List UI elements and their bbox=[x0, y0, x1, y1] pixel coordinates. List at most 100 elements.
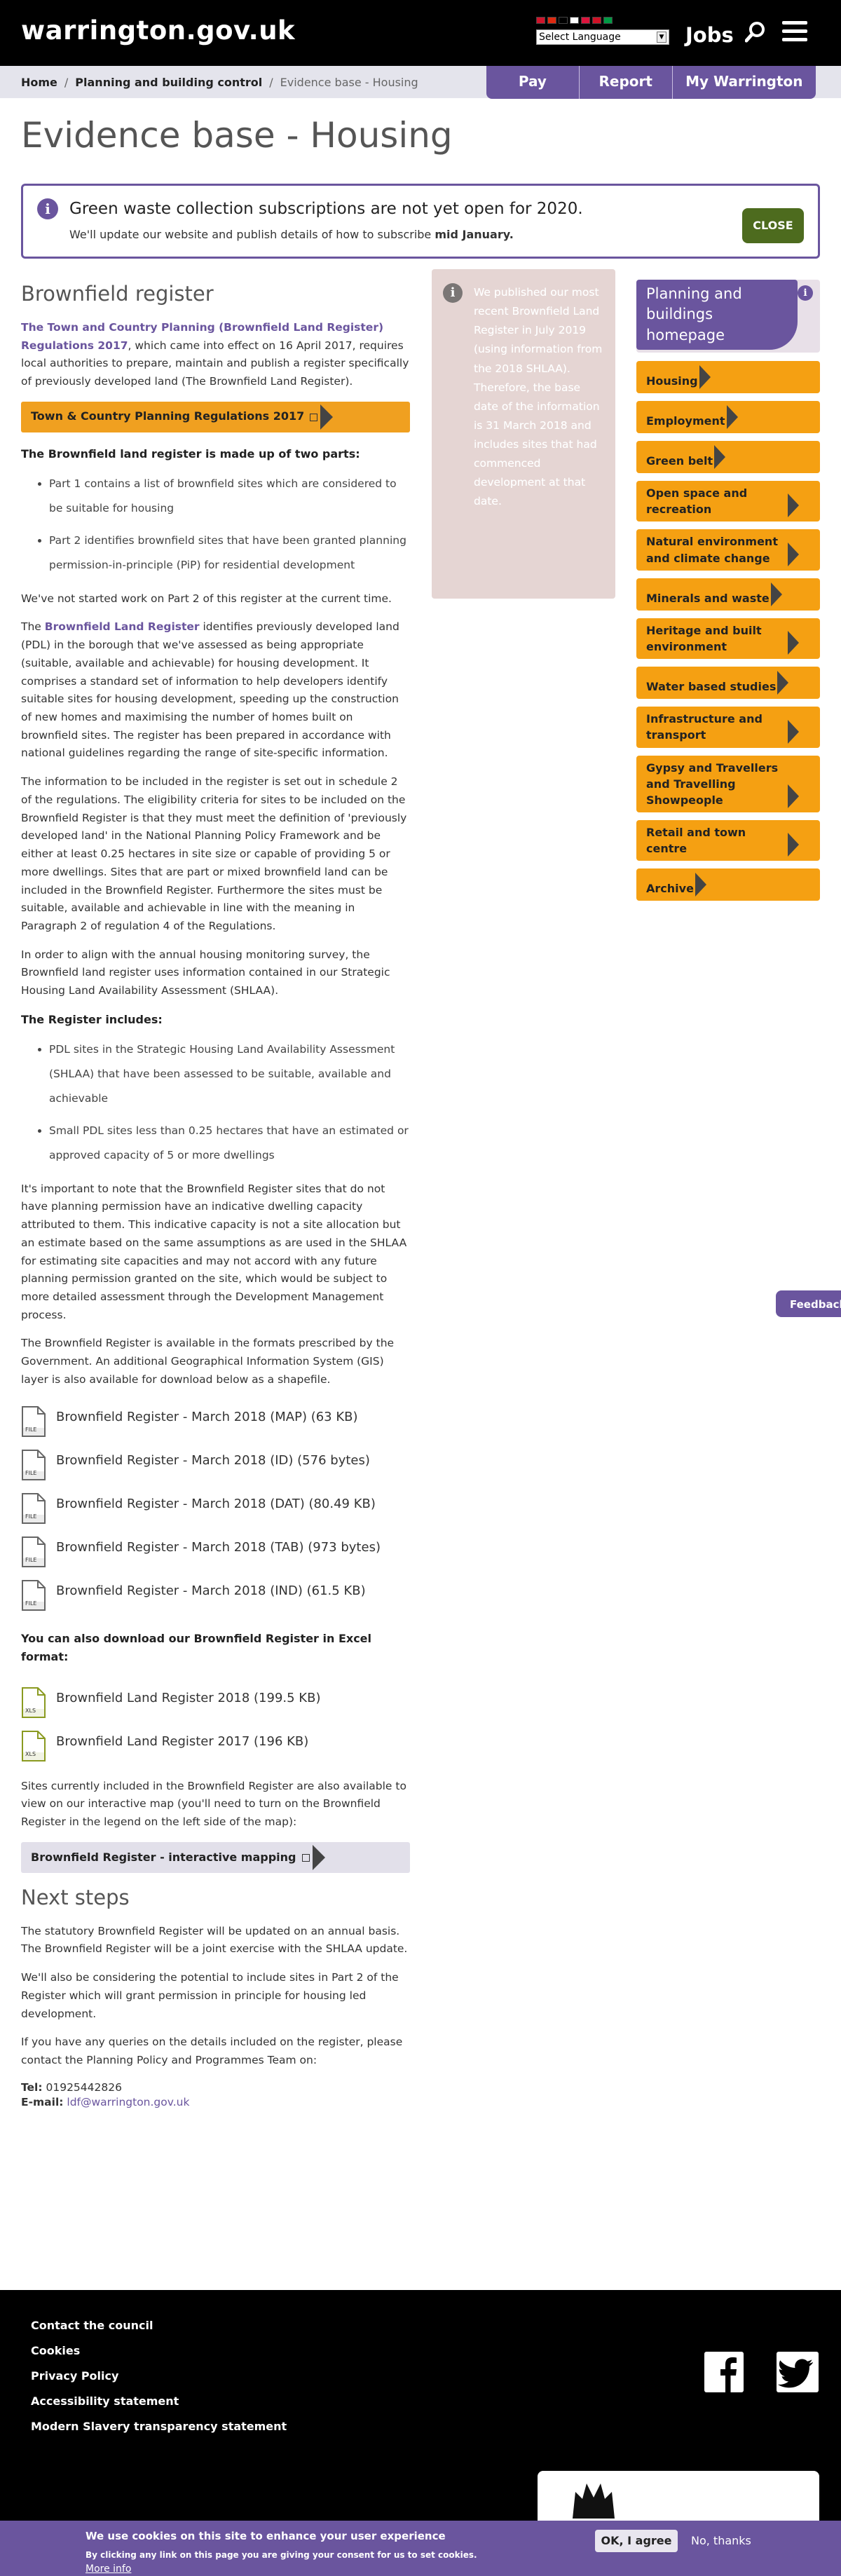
file-icon: FILE bbox=[21, 1449, 46, 1481]
language-flag-icon[interactable] bbox=[536, 17, 545, 24]
tel-label: Tel: bbox=[21, 2080, 43, 2094]
arrow-right-icon bbox=[788, 719, 799, 744]
pay-button[interactable]: Pay bbox=[486, 66, 580, 99]
twitter-icon[interactable] bbox=[777, 2352, 819, 2392]
external-link-icon bbox=[310, 414, 318, 422]
close-button[interactable]: CLOSE bbox=[742, 208, 804, 243]
xls-file-icon: XLS bbox=[21, 1686, 46, 1719]
file-download-link[interactable]: FILE Brownfield Register - March 2018 (ID… bbox=[21, 1443, 410, 1487]
file-type-label: FILE bbox=[25, 1469, 37, 1476]
sidebar-item[interactable]: Archive bbox=[636, 868, 820, 901]
identifies-text: identifies previously developed land (PD… bbox=[21, 620, 399, 760]
info-note: i We published our most recent Brownfiel… bbox=[432, 269, 615, 599]
feedback-tab[interactable]: Feedback bbox=[776, 1290, 841, 1317]
map-paragraph: Sites currently included in the Brownfie… bbox=[21, 1779, 406, 1829]
jobs-link[interactable]: Jobs bbox=[685, 19, 734, 53]
report-button[interactable]: Report bbox=[580, 66, 673, 99]
breadcrumb-planning[interactable]: Planning and building control bbox=[75, 76, 262, 89]
arrow-right-icon bbox=[726, 405, 738, 429]
sidebar-item[interactable]: Infrastructure and transport bbox=[636, 707, 820, 748]
sidebar-item[interactable]: Green belt bbox=[636, 441, 820, 473]
file-icon: FILE bbox=[21, 1492, 46, 1525]
sidebar-item-label: Housing bbox=[646, 374, 698, 388]
search-icon[interactable] bbox=[744, 21, 766, 43]
alert-title: Green waste collection subscriptions are… bbox=[69, 200, 583, 218]
sidebar-item[interactable]: Natural environment and climate change bbox=[636, 529, 820, 571]
language-flag-icon[interactable] bbox=[559, 17, 568, 24]
interactive-map-label: Brownfield Register - interactive mappin… bbox=[31, 1850, 296, 1864]
language-flag-icon[interactable] bbox=[570, 17, 579, 24]
formats-paragraph: The Brownfield Register is available in … bbox=[21, 1337, 395, 1386]
regulations-button[interactable]: Town & Country Planning Regulations 2017 bbox=[21, 401, 410, 432]
schedule-paragraph: The information to be included in the re… bbox=[21, 775, 407, 932]
language-selector[interactable]: Select Language ▼ bbox=[536, 17, 669, 45]
sidebar-item[interactable]: Housing bbox=[636, 361, 820, 393]
email-link[interactable]: ldf@warrington.gov.uk bbox=[67, 2096, 189, 2108]
language-select[interactable]: Select Language ▼ bbox=[536, 29, 669, 45]
file-type-label: XLS bbox=[25, 1750, 36, 1757]
arrow-right-icon bbox=[788, 784, 799, 809]
sidebar-item[interactable]: Retail and town centre bbox=[636, 820, 820, 861]
breadcrumb-current: Evidence base - Housing bbox=[280, 76, 418, 89]
file-type-label: XLS bbox=[25, 1707, 36, 1714]
file-download-link[interactable]: FILE Brownfield Register - March 2018 (MA… bbox=[21, 1400, 410, 1443]
identifies-pre: The bbox=[21, 620, 45, 634]
language-flag-icon[interactable] bbox=[603, 17, 613, 24]
language-flag-icon[interactable] bbox=[547, 17, 556, 24]
menu-icon[interactable] bbox=[782, 21, 807, 42]
alert-body: We'll update our website and publish det… bbox=[69, 226, 514, 244]
sidebar-item-label: Retail and town centre bbox=[646, 826, 746, 856]
sidebar-item[interactable]: Gypsy and Travellers and Travelling Show… bbox=[636, 755, 820, 813]
two-parts-heading: The Brownfield land register is made up … bbox=[21, 447, 360, 461]
crest-icon bbox=[573, 2483, 615, 2519]
site-logo[interactable]: warrington.gov.uk bbox=[21, 15, 295, 46]
cookie-more-info-link[interactable]: More info bbox=[86, 2561, 131, 2576]
footer-link[interactable]: Modern Slavery transparency statement bbox=[31, 2414, 287, 2439]
brownfield-register-link[interactable]: Brownfield Land Register bbox=[45, 620, 200, 633]
sidebar-item[interactable]: Heritage and built environment bbox=[636, 618, 820, 660]
footer-link[interactable]: Cookies bbox=[31, 2338, 287, 2364]
arrow-right-icon bbox=[312, 1844, 325, 1870]
interactive-map-button[interactable]: Brownfield Register - interactive mappin… bbox=[21, 1841, 410, 1873]
sidebar-item-label: Employment bbox=[646, 414, 725, 428]
file-name: Brownfield Land Register 2018 (199.5 KB) bbox=[56, 1690, 321, 1705]
sidebar-header[interactable]: Planning and buildings homepage i bbox=[636, 280, 820, 353]
cookie-agree-button[interactable]: OK, I agree bbox=[595, 2530, 678, 2552]
file-download-link[interactable]: FILE Brownfield Register - March 2018 (TA… bbox=[21, 1530, 410, 1574]
file-name: Brownfield Register - March 2018 (IND) (… bbox=[56, 1583, 366, 1598]
sidebar-item-label: Open space and recreation bbox=[646, 486, 748, 517]
cookie-banner: We use cookies on this site to enhance y… bbox=[0, 2521, 841, 2576]
sidebar-item[interactable]: Employment bbox=[636, 401, 820, 433]
language-flag-icon[interactable] bbox=[592, 17, 601, 24]
footer-link[interactable]: Privacy Policy bbox=[31, 2364, 287, 2389]
file-type-label: FILE bbox=[25, 1556, 37, 1563]
arrow-right-icon bbox=[699, 365, 711, 389]
file-download-link[interactable]: FILE Brownfield Register - March 2018 (DA… bbox=[21, 1487, 410, 1530]
alert-banner: i Green waste collection subscriptions a… bbox=[21, 184, 820, 259]
my-warrington-button[interactable]: My Warrington bbox=[673, 66, 816, 99]
breadcrumb: Home / Planning and building control / Evide… bbox=[21, 74, 418, 92]
breadcrumb-home[interactable]: Home bbox=[21, 76, 57, 89]
cookie-decline-button[interactable]: No, thanks bbox=[691, 2532, 751, 2550]
excel-downloads: XLS Brownfield Land Register 2018 (199.5 … bbox=[21, 1681, 410, 1768]
info-icon[interactable]: i bbox=[798, 285, 813, 301]
file-name: Brownfield Register - March 2018 (TAB) (… bbox=[56, 1539, 381, 1555]
file-type-label: FILE bbox=[25, 1600, 37, 1607]
arrow-right-icon bbox=[695, 873, 706, 897]
sidebar-item[interactable]: Minerals and waste bbox=[636, 578, 820, 611]
list-item: Part 2 identifies brownfield sites that … bbox=[49, 529, 410, 578]
tel-number[interactable]: 01925442826 bbox=[46, 2081, 121, 2094]
footer-link[interactable]: Accessibility statement bbox=[31, 2389, 287, 2414]
language-flag-icon[interactable] bbox=[581, 17, 590, 24]
includes-list: PDL sites in the Strategic Housing Land … bbox=[49, 1037, 410, 1167]
excel-download-link[interactable]: XLS Brownfield Land Register 2017 (196 KB… bbox=[21, 1724, 410, 1768]
facebook-icon[interactable] bbox=[704, 2352, 744, 2392]
file-download-link[interactable]: FILE Brownfield Register - March 2018 (IN… bbox=[21, 1574, 410, 1617]
sidebar-item[interactable]: Water based studies bbox=[636, 667, 820, 700]
sidebar-title[interactable]: Planning and buildings homepage bbox=[636, 280, 798, 350]
tel-line: Tel: 01925442826 bbox=[21, 2080, 410, 2096]
footer-link[interactable]: Contact the council bbox=[31, 2313, 287, 2338]
sidebar-item[interactable]: Open space and recreation bbox=[636, 481, 820, 522]
note-text: We published our most recent Brownfield … bbox=[474, 286, 603, 508]
excel-download-link[interactable]: XLS Brownfield Land Register 2018 (199.5 … bbox=[21, 1681, 410, 1724]
